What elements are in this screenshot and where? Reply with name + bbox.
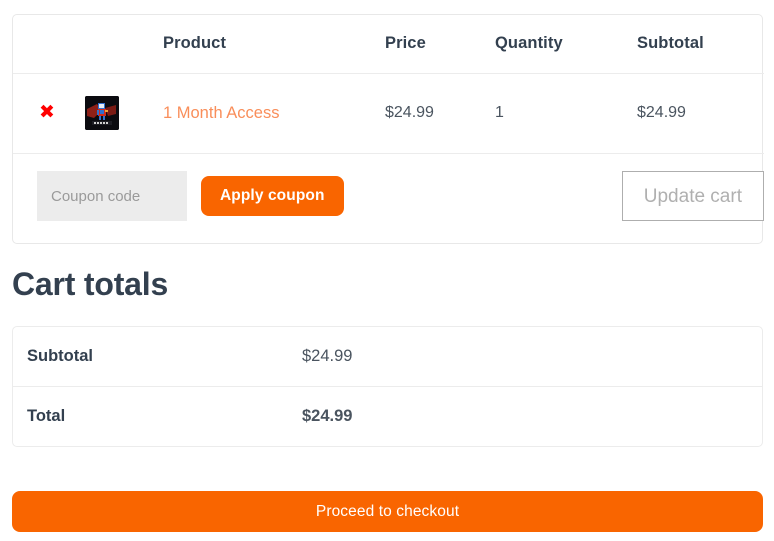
coupon-code-input[interactable]	[37, 171, 187, 221]
cart-item-price: $24.99	[385, 73, 495, 154]
shop-cart-table: Product Price Quantity Subtotal ✖ 1 Mont…	[12, 14, 764, 244]
apply-coupon-button[interactable]: Apply coupon	[201, 176, 344, 216]
cart-table-header-row: Product Price Quantity Subtotal	[13, 15, 764, 74]
coupon-form: Apply coupon	[13, 171, 495, 221]
totals-value-total: $24.99	[302, 407, 353, 425]
cart-actions-row: Apply coupon Update cart	[13, 154, 764, 244]
totals-label-total: Total	[27, 407, 66, 425]
totals-row-total: Total $24.99	[13, 387, 762, 447]
cart-item-remove-cell: ✖	[13, 73, 85, 154]
totals-value-subtotal: $24.99	[302, 327, 762, 387]
column-header-thumbnail	[85, 15, 163, 74]
update-cart-button[interactable]: Update cart	[621, 171, 764, 221]
cart-totals-table: Subtotal $24.99 Total $24.99	[12, 326, 763, 447]
update-cart-cell: Update cart	[495, 154, 764, 244]
totals-row-subtotal: Subtotal $24.99	[13, 327, 762, 387]
cart-item-row: ✖ 1 Month Access $24.99 1 $24.99	[13, 73, 764, 154]
totals-label-subtotal: Subtotal	[13, 327, 302, 387]
column-header-remove	[13, 15, 85, 74]
proceed-to-checkout-button[interactable]: Proceed to checkout	[12, 491, 763, 532]
column-header-price: Price	[385, 15, 495, 74]
column-header-product: Product	[163, 15, 385, 74]
cart-item-product-cell: 1 Month Access	[163, 73, 385, 154]
remove-item-icon[interactable]: ✖	[39, 103, 55, 122]
cart-item-thumbnail-cell	[85, 73, 163, 154]
cart-page: Product Price Quantity Subtotal ✖ 1 Mont…	[0, 0, 774, 541]
coupon-cell: Apply coupon	[13, 154, 495, 244]
column-header-quantity: Quantity	[495, 15, 637, 74]
column-header-subtotal: Subtotal	[637, 15, 764, 74]
cart-totals-heading: Cart totals	[12, 266, 169, 302]
cart-item-subtotal: $24.99	[637, 73, 764, 154]
cart-item-quantity[interactable]: 1	[495, 73, 637, 154]
product-name-link[interactable]: 1 Month Access	[163, 104, 279, 122]
product-thumbnail-image[interactable]	[85, 96, 119, 130]
